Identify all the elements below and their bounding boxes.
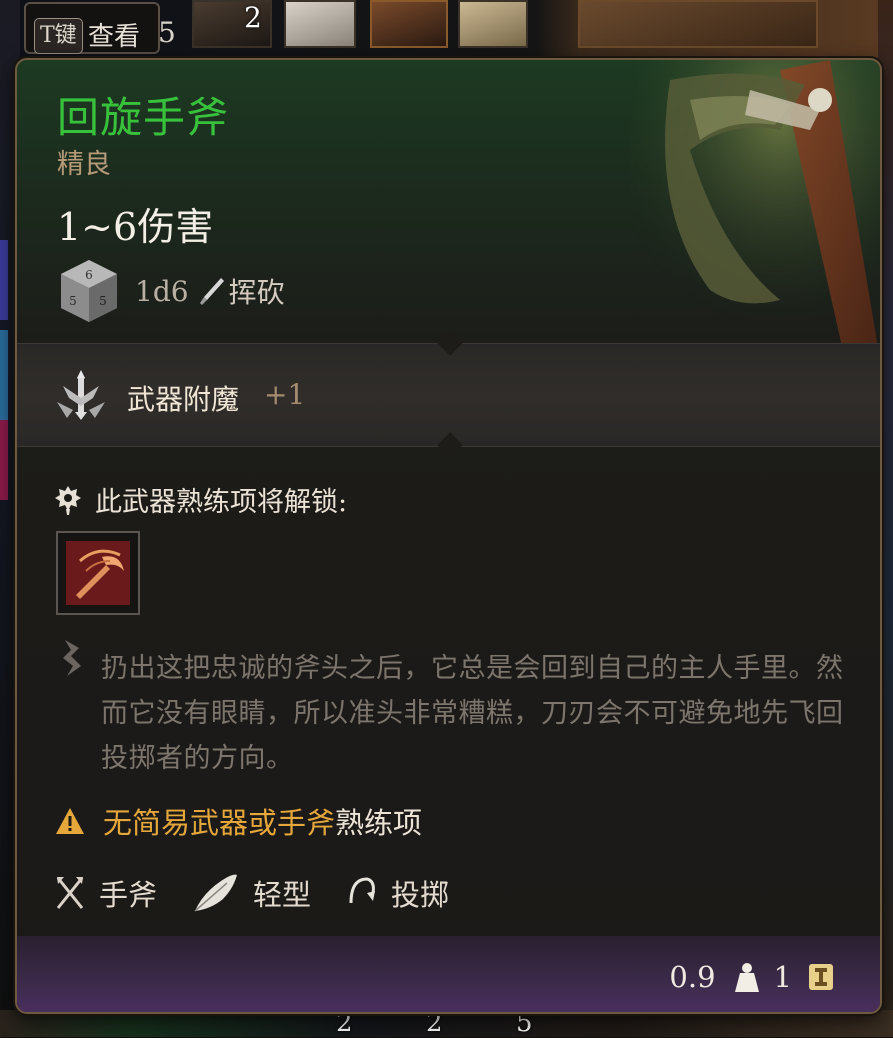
band-notch (437, 330, 463, 356)
item-value: 1 (773, 960, 792, 994)
damage-type: 挥砍 (228, 276, 285, 309)
enchantment-band: 武器附魔 +1 (17, 330, 880, 458)
warning-weapon-types: 无简易武器或手斧 (103, 806, 336, 840)
equipment-panel (578, 0, 818, 48)
weight-icon (734, 963, 759, 992)
axe-illustration (630, 60, 880, 360)
lore-icon (63, 640, 81, 676)
throw-action-icon (66, 541, 130, 605)
item-tooltip: 回旋手斧 精良 1~6伤害 6 5 5 1d6 挥砍 武器附魔 +1 此武器熟练… (15, 58, 882, 1014)
proficiency-unlock-row: 此武器熟练项将解锁: (55, 480, 347, 519)
left-panel-accent (0, 420, 8, 500)
damage-dice: 1d6 (135, 274, 189, 308)
enchant-icon (57, 370, 105, 420)
d6-dice-icon: 6 5 5 (61, 260, 117, 322)
property-handaxe: 手斧 (55, 872, 157, 914)
weapon-action-slot[interactable] (56, 531, 140, 615)
item-name: 回旋手斧 (57, 93, 230, 142)
hotbar-slot-letter[interactable] (458, 0, 528, 48)
tooltip-footer: 0.9 1 (17, 936, 880, 1012)
gold-icon (809, 964, 833, 990)
hotbar-slot-scroll[interactable] (284, 0, 356, 48)
weight-value-row: 0.9 1 (669, 960, 834, 994)
svg-text:5: 5 (99, 294, 107, 308)
warning-suffix: 熟练项 (335, 806, 423, 840)
slot-count: 5 (158, 16, 176, 49)
item-description: 扔出这把忠诚的斧头之后，它总是会回到自己的主人手里。然而它没有眼睛，所以准头非常… (101, 653, 844, 774)
property-thrown: 投掷 (347, 872, 449, 914)
inspect-hint: T键 查看 (24, 2, 160, 54)
slot-count: 2 (244, 1, 262, 34)
proficiency-unlock-label: 此武器熟练项将解锁: (95, 487, 348, 518)
throw-arc-icon (349, 877, 376, 904)
enchant-value: +1 (264, 378, 306, 411)
left-panel-accent (0, 240, 8, 320)
slashing-icon (199, 278, 224, 305)
hotbar-slot-pouch[interactable]: 2 (192, 0, 272, 48)
feather-icon (194, 874, 238, 912)
inspect-label: 查看 (88, 22, 141, 52)
weapon-properties: 手斧 轻型 投掷 (55, 872, 485, 914)
property-label: 投掷 (391, 878, 450, 912)
property-light: 轻型 (193, 872, 311, 914)
svg-text:5: 5 (69, 294, 77, 308)
warning-icon (56, 808, 84, 834)
key-badge: T键 (34, 18, 83, 54)
item-weight: 0.9 (669, 960, 716, 994)
damage-range: 1~6伤害 (57, 205, 214, 249)
enchant-label: 武器附魔 (127, 383, 240, 416)
crossed-axes-icon (56, 877, 84, 909)
band-notch (437, 432, 463, 458)
left-panel-accent (0, 330, 8, 420)
bottom-hotbar: 2 2 5 (0, 1010, 893, 1037)
damage-dice-row: 6 5 5 1d6 挥砍 (57, 258, 285, 324)
proficiency-warning-row: 无简易武器或手斧 熟练项 (55, 800, 422, 842)
property-label: 手斧 (99, 878, 158, 912)
item-rarity: 精良 (57, 149, 111, 180)
hotbar-slot-selected[interactable] (370, 0, 448, 48)
property-label: 轻型 (253, 878, 312, 912)
svg-text:6: 6 (85, 268, 93, 282)
proficiency-icon (55, 485, 81, 515)
